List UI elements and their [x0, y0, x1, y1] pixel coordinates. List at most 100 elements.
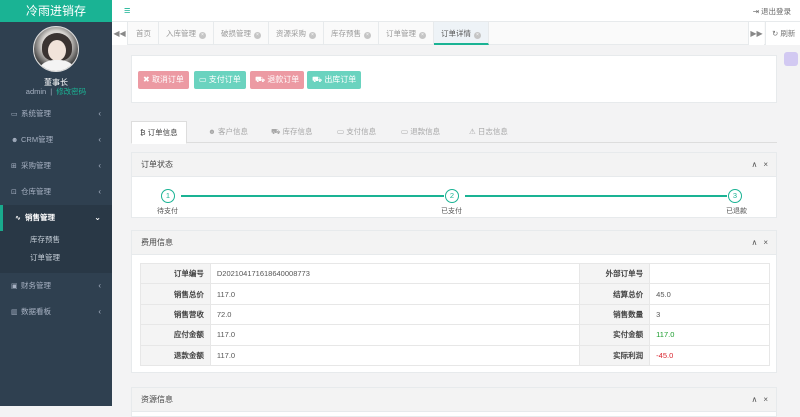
close-icon[interactable]: ×: [763, 160, 768, 169]
app-title: 冷雨进销存: [0, 0, 112, 22]
sidebar-subitem-presale[interactable]: 库存预售: [0, 231, 112, 249]
close-icon[interactable]: ×: [309, 32, 316, 39]
sidebar-item-crm[interactable]: ☻ CRM管理 ‹: [0, 127, 112, 153]
tab-customer-info[interactable]: ☻ 客户信息: [208, 121, 248, 143]
sidebar-item-sales[interactable]: ∿ 销售管理 ⌄: [0, 205, 112, 231]
sidebar-item-label: 销售管理: [25, 213, 55, 222]
page-tabs-bar: ◀◀ 首页 入库管理 × 破损管理 × 资源采购 × 库存预售 × 订单管理 × 订单详情…: [112, 22, 800, 45]
step-1-circle: 1: [161, 189, 175, 203]
truck-icon: ⛟: [271, 127, 281, 136]
status-steps: 1 2 3 待支付 已支付 已退款: [132, 177, 776, 215]
detail-tabs: ₿ 订单信息 ☻ 客户信息 ⛟ 库存信息 ▭ 支付信息 ▭ 退款信息 ⚠ 日志信…: [131, 121, 777, 144]
cancel-icon: ✖: [143, 75, 150, 84]
chevron-left-icon: ‹: [98, 135, 101, 144]
sales-quantity-value: 3: [649, 303, 770, 326]
tab-label: 库存信息: [282, 127, 313, 136]
tab-home[interactable]: 首页: [129, 22, 159, 45]
money-icon: ▣: [11, 283, 18, 290]
resource-info-panel: 资源信息 ∧ ×: [131, 387, 777, 417]
sales-total-value: 117.0: [209, 283, 581, 305]
sidebar-item-finance[interactable]: ▣ 财务管理 ‹: [0, 273, 112, 299]
order-status-panel: 订单状态 ∧ × 1 2 3 待支付 已支付 已退款: [131, 152, 777, 218]
menu-toggle-icon[interactable]: ≡: [124, 5, 130, 17]
refresh-label: 刷新: [780, 29, 796, 38]
step-2-label: 已支付: [441, 208, 462, 215]
button-label: 支付订单: [208, 75, 241, 84]
collapse-icon[interactable]: ∧: [751, 395, 757, 404]
button-label: 出库订单: [324, 75, 357, 84]
close-icon[interactable]: ×: [763, 238, 768, 247]
sidebar-item-dashboard[interactable]: ▥ 数据看板 ‹: [0, 299, 112, 325]
tab-label: 破损管理: [221, 29, 251, 38]
user-line: admin | 修改密码: [0, 86, 112, 97]
tab-label: 日志信息: [477, 127, 508, 136]
tab-label: 订单信息: [147, 128, 178, 137]
order-number-value: D202104171618640008773: [209, 262, 581, 285]
tab-payment-info[interactable]: ▭ 支付信息: [337, 121, 376, 143]
tab-inventory-info[interactable]: ⛟ 库存信息: [271, 121, 313, 143]
collapse-icon[interactable]: ∧: [751, 160, 757, 169]
field-label: 实付金额: [579, 324, 651, 346]
settlement-total-value: 45.0: [649, 283, 770, 305]
collapse-icon[interactable]: ∧: [751, 238, 757, 247]
warning-icon: ⚠: [469, 127, 476, 136]
table-row: 应付金额 117.0 实付金额 117.0: [140, 324, 770, 346]
field-label: 外部订单号: [579, 262, 651, 285]
pay-order-button[interactable]: ▭ 支付订单: [194, 71, 246, 89]
tab-refund-info[interactable]: ▭ 退款信息: [401, 121, 440, 143]
close-icon[interactable]: ×: [364, 32, 371, 39]
tab-inbound[interactable]: 入库管理 ×: [159, 22, 214, 45]
floating-widget-icon[interactable]: [784, 52, 798, 66]
sidebar-item-warehouse[interactable]: ⊡ 仓库管理 ‹: [0, 179, 112, 205]
tab-log-info[interactable]: ⚠ 日志信息: [469, 121, 508, 143]
user-profile: 董事长 admin | 修改密码: [0, 22, 112, 101]
table-row: 销售营收 72.0 销售数量 3: [140, 303, 770, 326]
sidebar-item-purchase[interactable]: ⊞ 采购管理 ‹: [0, 153, 112, 179]
tab-label: 订单管理: [386, 29, 416, 38]
chevron-left-icon: ‹: [98, 307, 101, 316]
button-label: 取消订单: [151, 75, 184, 84]
user-separator: |: [50, 87, 53, 96]
sales-submenu: 库存预售 订单管理: [0, 231, 112, 273]
step-connector: [181, 195, 444, 197]
tabs-scroll-right-button[interactable]: ▶▶: [748, 22, 764, 45]
refresh-button[interactable]: ↻ 刷新: [765, 22, 800, 45]
refund-order-button[interactable]: ⛟ 退款订单: [250, 71, 305, 89]
field-label: 实际利润: [579, 344, 651, 366]
sidebar-subitem-orders[interactable]: 订单管理: [0, 249, 112, 267]
tabs-scroll-left-button[interactable]: ◀◀: [112, 22, 128, 45]
close-icon[interactable]: ×: [474, 32, 481, 39]
outbound-order-button[interactable]: ⛟ 出库订单: [307, 71, 362, 89]
close-icon[interactable]: ×: [199, 32, 206, 39]
tab-damage[interactable]: 破损管理 ×: [214, 22, 269, 45]
avatar[interactable]: [33, 26, 79, 72]
change-password-link[interactable]: 修改密码: [56, 87, 86, 96]
close-icon[interactable]: ×: [419, 32, 426, 39]
tab-order-info[interactable]: ₿ 订单信息: [131, 121, 187, 144]
field-label: 结算总价: [579, 283, 651, 305]
refresh-icon: ↻: [772, 29, 779, 38]
tab-label: 客户信息: [218, 127, 248, 136]
lock-icon: ⊡: [11, 189, 17, 196]
button-label: 退款订单: [267, 75, 300, 84]
logout-button[interactable]: ⇥ 退出登录: [753, 6, 791, 17]
tab-procurement[interactable]: 资源采购 ×: [269, 22, 324, 45]
tab-presale[interactable]: 库存预售 ×: [324, 22, 379, 45]
tab-label: 支付信息: [346, 127, 377, 136]
step-2-circle: 2: [445, 189, 459, 203]
close-icon[interactable]: ×: [763, 395, 768, 404]
tab-order-detail[interactable]: 订单详情 ×: [434, 22, 489, 45]
table-row: 退款金额 117.0 实际利润 -45.0: [140, 344, 770, 366]
field-label: 订单编号: [140, 262, 211, 285]
sidebar-item-label: 财务管理: [21, 281, 51, 290]
table-row: 销售总价 117.0 结算总价 45.0: [140, 283, 770, 305]
fee-info-panel: 费用信息 ∧ × 订单编号 D202104171618640008773 外部订单…: [131, 230, 777, 373]
sidebar-item-label: 仓库管理: [21, 187, 51, 196]
tab-orders[interactable]: 订单管理 ×: [379, 22, 434, 45]
close-icon[interactable]: ×: [254, 32, 261, 39]
sidebar-item-system[interactable]: ▭ 系统管理 ‹: [0, 101, 112, 127]
cart-icon: ⊞: [11, 163, 17, 170]
cancel-order-button[interactable]: ✖ 取消订单: [138, 71, 189, 89]
tab-label: 退款信息: [410, 127, 441, 136]
tab-label: 入库管理: [166, 29, 196, 38]
